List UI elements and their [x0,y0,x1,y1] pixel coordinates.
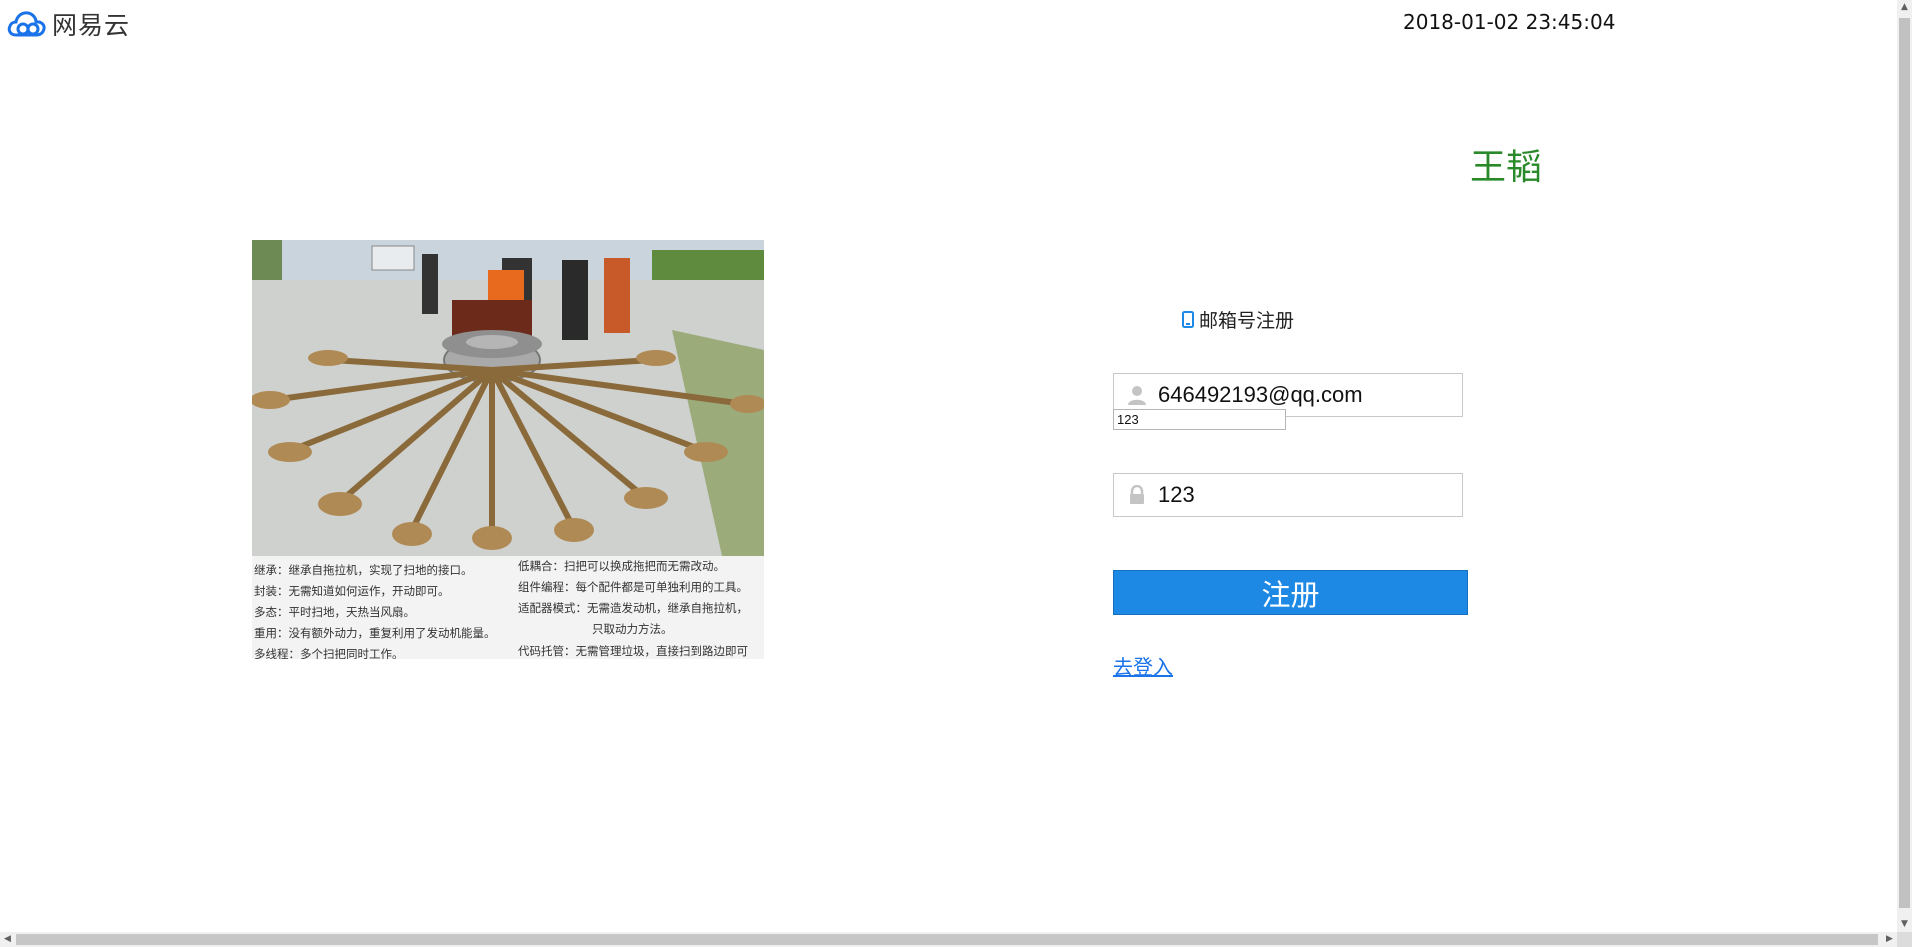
caption-left-line: 多线程：多个扫把同时工作。 [254,647,404,659]
scroll-down-icon[interactable]: ▼ [1897,917,1912,932]
tab-email-register[interactable]: 邮箱号注册 [1182,306,1294,333]
caption-left-line: 多态：平时扫地，天热当风扇。 [254,605,415,619]
caption-right-line: 只取动力方法。 [592,622,673,636]
caption-left-line: 重用：没有额外动力，重复利用了发动机能量。 [254,626,496,640]
register-button[interactable]: 注册 [1113,570,1468,615]
caption-left-line: 封装：无需知道如何运作，开动即可。 [254,584,450,598]
brand-logo[interactable]: 网易云 [6,6,130,42]
promo-image: 继承：继承自拖拉机，实现了扫地的接口。 封装：无需知道如何运作，开动即可。 多态… [252,240,764,659]
username-display: 王韬 [1470,147,1543,188]
scroll-up-icon[interactable]: ▲ [1897,0,1912,15]
password-value: 123 [1158,482,1195,507]
caption-right-line: 低耦合：扫把可以换成拖把而无需改动。 [518,559,725,573]
vertical-scroll-thumb[interactable] [1899,18,1910,908]
promo-caption: 继承：继承自拖拉机，实现了扫地的接口。 封装：无需知道如何运作，开动即可。 多态… [252,556,764,659]
go-login-link[interactable]: 去登入 [1113,651,1173,680]
phone-icon [1182,311,1194,328]
user-icon [1124,384,1150,406]
email-value: 646492193@qq.com [1158,382,1363,407]
lock-icon [1124,484,1150,506]
autocomplete-suggestion[interactable]: 123 [1113,409,1286,430]
cloud-logo-icon [7,11,46,37]
password-field[interactable]: 123 [1113,473,1463,517]
tab-label: 邮箱号注册 [1199,310,1295,332]
horizontal-scroll-thumb[interactable] [16,934,1878,945]
scroll-left-icon[interactable]: ◀ [0,932,15,947]
broom-tractor-photo [252,240,764,556]
caption-right-line: 组件编程：每个配件都是可单独利用的工具。 [518,580,748,594]
caption-right-line: 代码托管：无需管理垃圾，直接扫到路边即可 [518,644,748,658]
caption-right-line: 适配器模式：无需造发动机，继承自拖拉机， [518,601,748,615]
brand-name: 网易云 [52,11,131,40]
scroll-right-icon[interactable]: ▶ [1882,932,1897,947]
scrollbar-corner [1897,932,1912,947]
datetime-display: 2018-01-02 23:45:04 [1403,10,1616,34]
caption-left-line: 继承：继承自拖拉机，实现了扫地的接口。 [254,563,473,577]
